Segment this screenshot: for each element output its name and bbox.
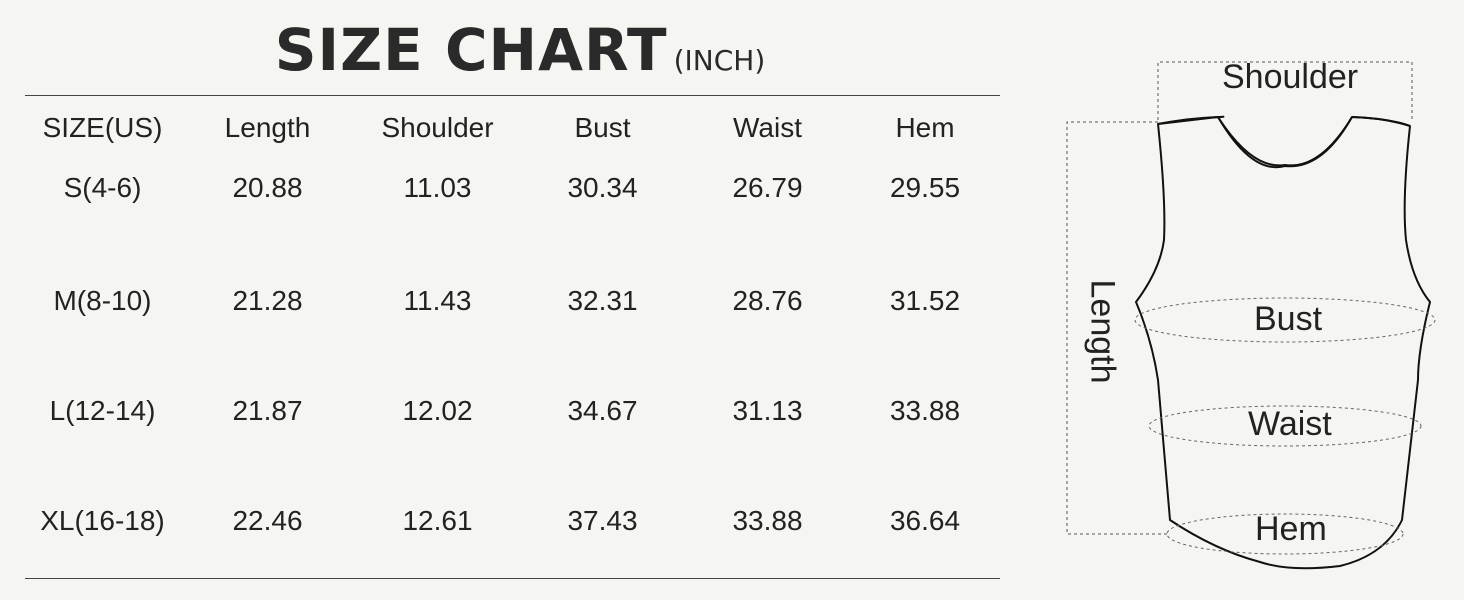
cell-bust: 32.31: [567, 285, 638, 316]
size-chart-title: SIZE CHART (INCH): [0, 16, 1040, 84]
header-bust: Bust: [574, 112, 631, 143]
cell-size: S(4-6): [63, 172, 142, 203]
header-length: Length: [224, 112, 311, 143]
cell-shoulder: 12.61: [402, 505, 473, 536]
cell-shoulder: 11.43: [403, 285, 472, 316]
cell-waist: 28.76: [732, 285, 803, 316]
cell-waist: 26.79: [732, 172, 803, 203]
garment-diagram: Shoulder Length Bust Waist Hem: [1040, 50, 1464, 590]
table-top-rule: [25, 95, 1000, 96]
cell-size: M(8-10): [53, 285, 152, 316]
waist-label: Waist: [1248, 405, 1332, 443]
cell-hem: 36.64: [889, 505, 961, 536]
cell-size: XL(16-18): [40, 505, 165, 536]
shoulder-label: Shoulder: [1222, 58, 1359, 96]
cell-hem: 33.88: [889, 395, 961, 426]
hem-label: Hem: [1255, 510, 1327, 548]
cell-bust: 34.67: [567, 395, 638, 426]
header-size: SIZE(US): [42, 112, 163, 143]
header-shoulder: Shoulder: [381, 112, 494, 143]
cell-length: 20.88: [232, 172, 303, 203]
title-main: SIZE CHART: [274, 16, 668, 84]
size-table: SIZE(US) Length Shoulder Bust Waist Hem …: [25, 100, 1000, 576]
cell-bust: 37.43: [567, 505, 638, 536]
table-row: XL(16-18) 22.46 12.61 37.43 33.88 36.64: [25, 466, 1000, 576]
shoulder-line: [1157, 116, 1411, 127]
cell-hem: 31.52: [889, 285, 961, 316]
title-unit: (INCH): [673, 44, 766, 77]
cell-shoulder: 11.03: [403, 172, 472, 203]
table-row: S(4-6) 20.88 11.03 30.34 26.79 29.55: [25, 156, 1000, 246]
cell-bust: 30.34: [567, 172, 638, 203]
table-bottom-rule: [25, 578, 1000, 579]
garment-body: [1135, 115, 1431, 570]
cell-length: 21.28: [232, 285, 303, 316]
bust-label: Bust: [1254, 300, 1323, 338]
header-waist: Waist: [733, 112, 802, 143]
length-label: Length: [1083, 279, 1122, 384]
cell-hem: 29.55: [889, 172, 961, 203]
cell-waist: 33.88: [732, 505, 803, 536]
header-hem: Hem: [895, 112, 955, 143]
table-header-row: SIZE(US) Length Shoulder Bust Waist Hem: [25, 100, 1000, 156]
cell-waist: 31.13: [732, 395, 803, 426]
table-row: M(8-10) 21.28 11.43 32.31 28.76 31.52: [25, 246, 1000, 356]
cell-length: 22.46: [232, 505, 303, 536]
cell-length: 21.87: [232, 395, 303, 426]
cell-size: L(12-14): [49, 395, 156, 426]
cell-shoulder: 12.02: [402, 395, 473, 426]
table-row: L(12-14) 21.87 12.02 34.67 31.13 33.88: [25, 356, 1000, 466]
